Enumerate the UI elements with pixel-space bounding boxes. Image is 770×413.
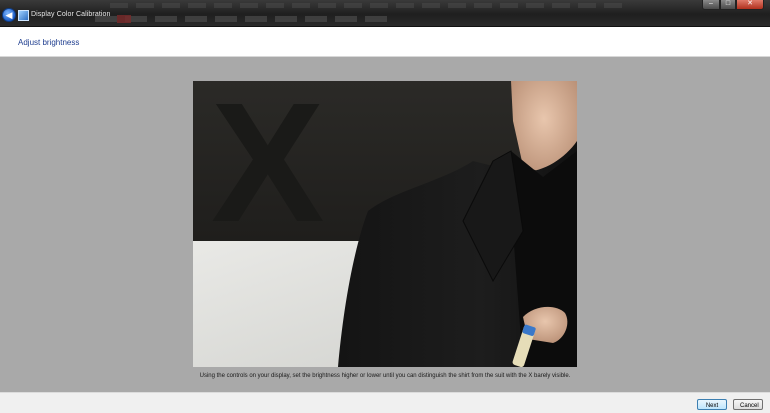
window-controls: – □ ✕ (702, 0, 764, 10)
calibration-photo: X (193, 81, 577, 367)
maximize-button[interactable]: □ (720, 0, 736, 10)
window-title: Display Color Calibration (31, 11, 111, 18)
barely-visible-x: X (211, 81, 324, 258)
window-titlebar: ◀ Display Color Calibration – □ ✕ (0, 0, 770, 27)
wizard-footer: Next Cancel (0, 392, 770, 413)
wizard-header: Adjust brightness (0, 27, 770, 57)
background-window-menu (110, 3, 630, 8)
background-window-toolbar (95, 16, 395, 22)
background-window-marker (117, 15, 131, 23)
minimize-button[interactable]: – (702, 0, 720, 10)
instruction-text: Using the controls on your display, set … (199, 373, 571, 379)
close-button[interactable]: ✕ (736, 0, 764, 10)
page-title: Adjust brightness (18, 38, 80, 47)
back-arrow-icon[interactable]: ◀ (2, 8, 16, 22)
cancel-button[interactable]: Cancel (733, 399, 763, 410)
next-button[interactable]: Next (697, 399, 727, 410)
display-calibration-app-icon (18, 10, 29, 21)
